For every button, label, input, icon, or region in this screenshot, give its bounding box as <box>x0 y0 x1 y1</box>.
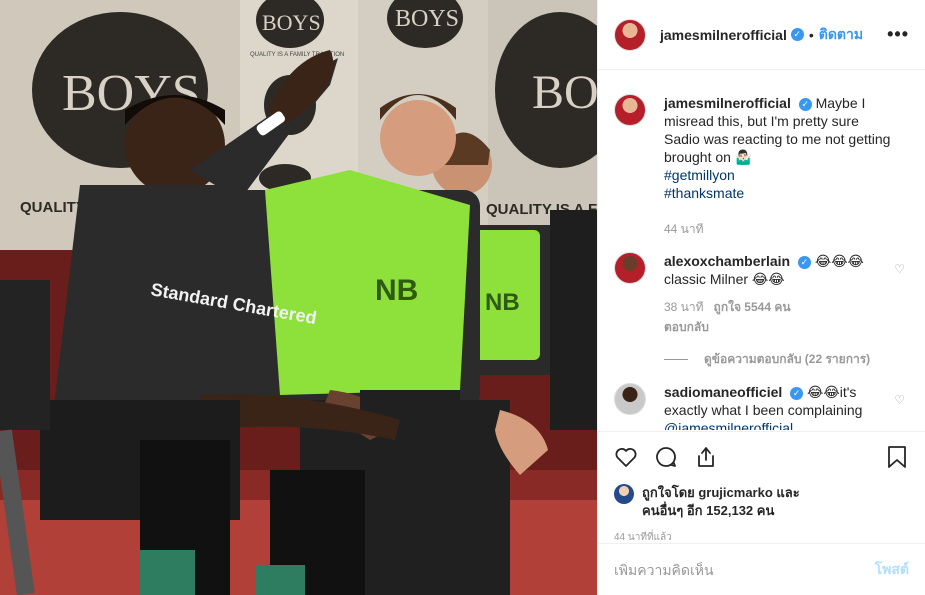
verified-badge-icon: ✓ <box>790 386 804 400</box>
view-replies-button[interactable]: ดูข้อความตอบกลับ (22 รายการ) <box>664 350 909 369</box>
post-side-panel: jamesmilnerofficial ✓ • ติดตาม ••• james… <box>597 0 925 595</box>
verified-badge-icon: ✓ <box>797 255 811 269</box>
bib-logo-back: NB <box>485 289 520 316</box>
mention-link[interactable]: @jamesmilnerofficial <box>664 419 894 430</box>
likes-line-2[interactable]: คนอื่นๆ อีก 152,132 คน <box>642 502 800 520</box>
post-actions: ถูกใจโดย grujicmarko และ คนอื่นๆ อีก 152… <box>598 431 925 545</box>
avatar[interactable] <box>614 18 646 51</box>
caption: jamesmilnerofficial ✓ Maybe I misread th… <box>614 94 909 238</box>
avatar[interactable] <box>614 252 646 284</box>
comment-icon[interactable] <box>654 445 678 469</box>
more-options-icon[interactable]: ••• <box>887 24 909 45</box>
post-photo[interactable]: BOYS BOYS BOYS BOYS QUALITY IS A FAMILY … <box>0 0 597 595</box>
comment-likes[interactable]: ถูกใจ 5544 คน <box>714 298 791 316</box>
add-comment-bar: โพสต์ <box>598 543 925 595</box>
comments-list[interactable]: jamesmilnerofficial ✓ Maybe I misread th… <box>598 70 925 430</box>
avatar[interactable] <box>614 94 646 126</box>
comment-username[interactable]: sadiomaneofficiel <box>664 384 782 400</box>
likes-line-1: ถูกใจโดย grujicmarko และ <box>642 485 800 500</box>
post-comment-button[interactable]: โพสต์ <box>875 559 909 581</box>
likes-summary[interactable]: ถูกใจโดย grujicmarko และ คนอื่นๆ อีก 152… <box>614 484 909 520</box>
sign-quality-left: QUALITY <box>20 199 86 216</box>
sign-brand-right: BOYS <box>395 6 459 32</box>
list-item: alexoxchamberlain ✓ 😂😂😂 classic Milner 😂… <box>614 252 909 336</box>
like-comment-icon[interactable]: ♡ <box>894 262 905 276</box>
hashtag-link[interactable]: #getmillyon <box>664 166 894 184</box>
verified-badge-icon: ✓ <box>798 97 812 111</box>
separator-dot: • <box>808 26 814 43</box>
caption-username[interactable]: jamesmilnerofficial <box>664 95 791 111</box>
follow-button[interactable]: ติดตาม <box>819 24 863 46</box>
reply-button[interactable]: ตอบกลับ <box>664 318 894 336</box>
avatar[interactable] <box>614 383 646 415</box>
comment-time[interactable]: 38 นาที <box>664 298 704 316</box>
sign-brand-far: BOYS <box>532 66 597 119</box>
list-item: sadiomaneofficiel ✓ 😂😂it's exactly what … <box>614 383 909 430</box>
bookmark-icon[interactable] <box>885 445 909 469</box>
share-icon[interactable] <box>694 445 718 469</box>
comment-text: classic Milner 😂😂 <box>664 271 785 287</box>
avatar <box>614 484 634 504</box>
header-username[interactable]: jamesmilnerofficial <box>660 27 787 43</box>
caption-time[interactable]: 44 นาที <box>664 220 704 238</box>
bib-logo-front: NB <box>375 274 418 307</box>
hashtag-link[interactable]: #thanksmate <box>664 184 894 202</box>
photo-illustration: BOYS BOYS BOYS BOYS QUALITY IS A FAMILY … <box>0 0 597 595</box>
like-comment-icon[interactable]: ♡ <box>894 393 905 407</box>
comment-username[interactable]: alexoxchamberlain <box>664 253 790 269</box>
post-header: jamesmilnerofficial ✓ • ติดตาม ••• <box>598 0 925 70</box>
sign-brand-mid: BOYS <box>262 10 321 35</box>
verified-badge-icon: ✓ <box>790 28 804 41</box>
comment-emoji: 😂😂😂 <box>814 253 864 269</box>
comment-input[interactable] <box>614 561 875 578</box>
heart-icon[interactable] <box>614 445 638 469</box>
